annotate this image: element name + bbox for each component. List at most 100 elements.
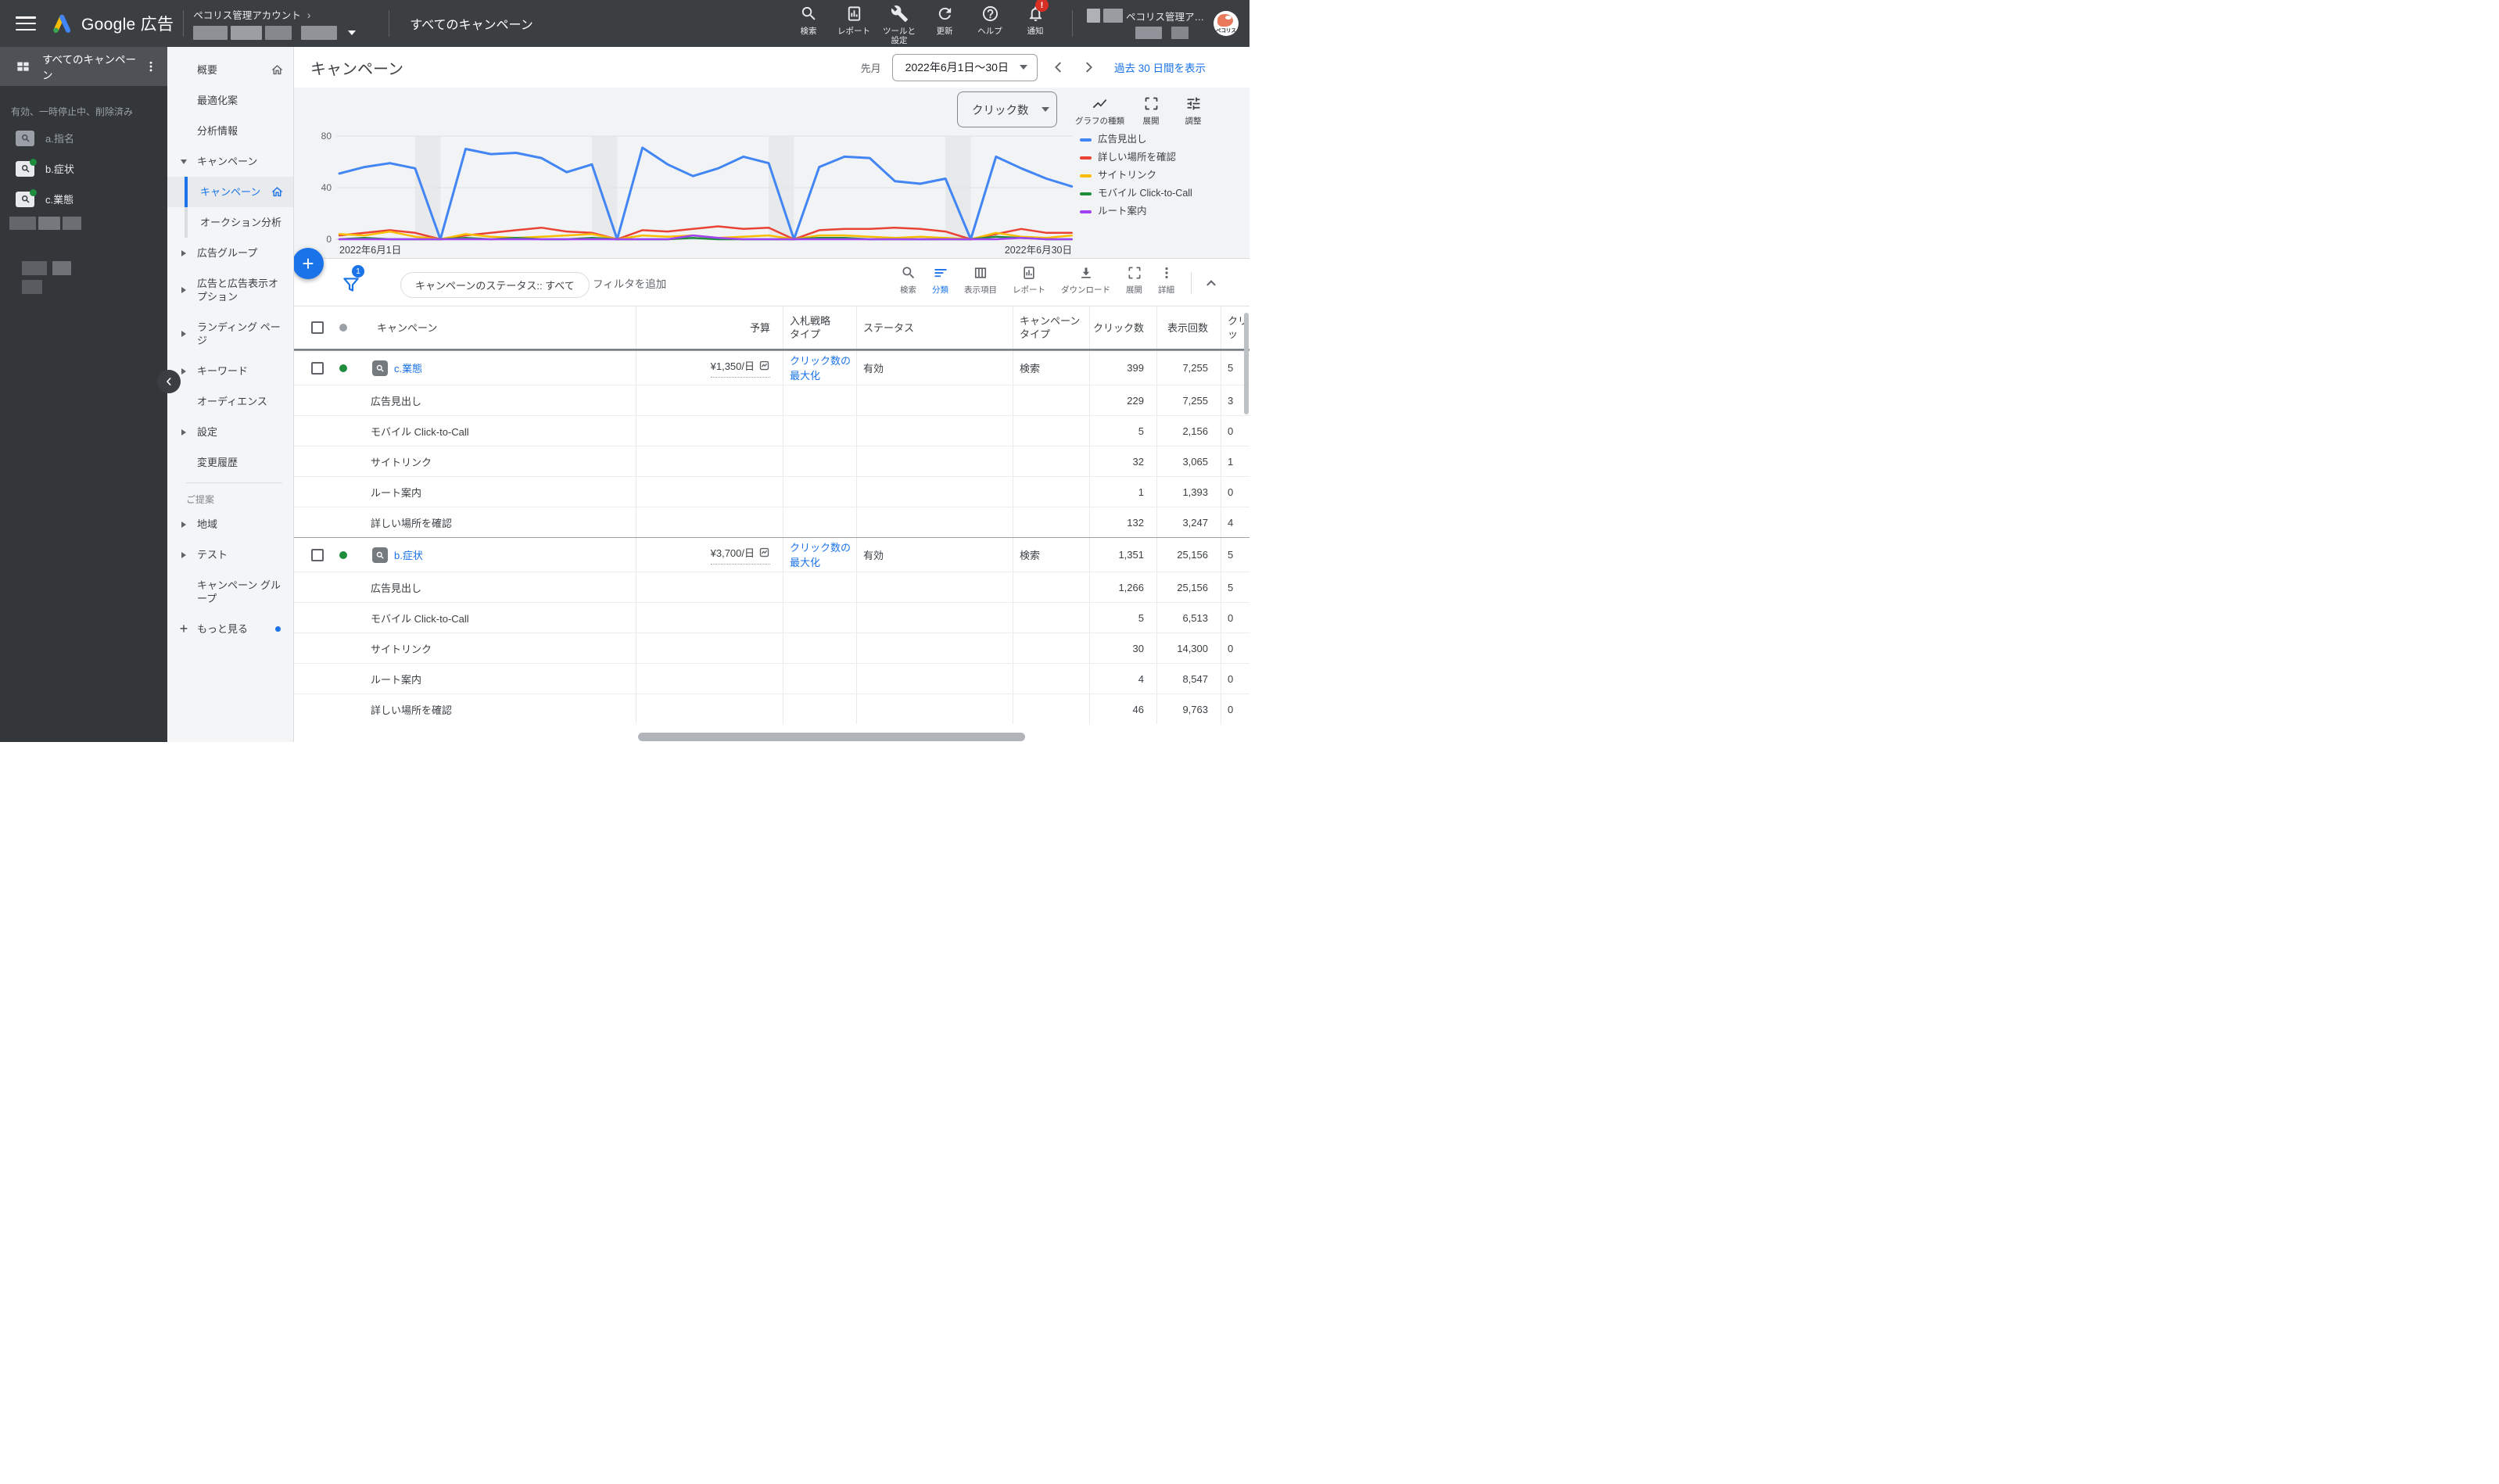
svg-text:0: 0 [326,234,332,245]
drawer-item-17[interactable]: キャンペーン グループ [167,570,293,614]
table-tool-label: 検索 [900,285,916,295]
column-header-label: キャンペーン [377,321,438,334]
budget-value[interactable]: ¥3,700/日 [710,545,770,565]
column-header-6[interactable]: 表示回数 [1157,306,1221,349]
chart-control-show-chart[interactable]: グラフの種類 [1075,95,1124,127]
drawer-item-12[interactable]: 変更履歴 [167,447,293,478]
column-header-1[interactable]: 予算 [636,306,783,349]
drawer-item-0[interactable]: 概要 [167,55,293,85]
bid-strategy-cell [783,416,857,446]
sidebar-campaign-item[interactable]: b.症状 [0,153,167,184]
redacted-row [22,261,71,275]
add-filter-button[interactable]: フィルタを追加 [593,259,666,306]
caret-right-icon[interactable] [178,249,189,256]
account-info[interactable]: ペコリス管理ア… [1087,9,1204,39]
bid-strategy-link[interactable]: クリック数の最大化 [790,353,855,383]
campaign-name-link[interactable]: b.症状 [394,547,423,562]
budget-value[interactable]: ¥1,350/日 [710,358,770,378]
column-header-5[interactable]: クリック数 [1090,306,1157,349]
caret-down-icon[interactable] [178,159,189,164]
filter-chip-campaign-status[interactable]: キャンペーンのステータス:: すべて [400,272,590,298]
legend-item[interactable]: ルート案内 [1080,205,1213,218]
google-ads-logo[interactable]: Google 広告 [50,12,174,35]
budget-cell [636,477,783,507]
table-tool-columns[interactable]: 表示項目 [964,265,997,296]
vertical-scrollbar[interactable] [1244,313,1249,414]
caret-right-icon[interactable] [178,521,189,528]
bid-strategy-link[interactable]: クリック数の最大化 [790,540,855,570]
drawer-item-1[interactable]: 最適化案 [167,85,293,116]
select-all-checkbox[interactable] [311,321,324,334]
account-breadcrumb[interactable]: ペコリス管理アカウント › [193,7,379,40]
caret-right-icon[interactable] [178,551,189,558]
drawer-item-5[interactable]: オークション分析 [167,207,293,238]
table-tool-expand[interactable]: 展開 [1126,265,1142,296]
date-next-button[interactable] [1080,59,1097,76]
column-header-4[interactable]: キャンペーンタイプ [1013,306,1090,349]
topbar-button-tools[interactable]: ツールと設定 [877,2,922,45]
topbar-button-refresh[interactable]: 更新 [922,2,967,45]
date-range-value: 2022年6月1日～30日 [905,61,1009,73]
expand-icon [1143,95,1160,112]
legend-item[interactable]: 広告見出し [1080,133,1213,146]
table-tool-sort[interactable]: 分類 [932,265,948,296]
enabled-status-dot [339,550,347,559]
chart-control-expand[interactable]: 展開 [1135,95,1167,127]
drawer-item-7[interactable]: 広告と広告表示オプション [167,268,293,312]
table-tool-report[interactable]: レポート [1013,265,1045,296]
row-checkbox[interactable] [311,548,324,561]
menu-icon[interactable] [16,16,36,30]
caret-right-icon[interactable] [178,428,189,436]
topbar: Google 広告 ペコリス管理アカウント › すべてのキャンペーン 検索 レポー… [0,0,1250,47]
legend-item[interactable]: モバイル Click-to-Call [1080,187,1213,200]
drawer-item-11[interactable]: 設定 [167,417,293,447]
bid-strategy-cell [783,603,857,633]
sidebar-campaign-item[interactable]: a.指名 [0,123,167,153]
drawer-item-15[interactable]: 地域 [167,509,293,539]
avatar[interactable]: ペコリス [1214,11,1239,36]
caret-right-icon[interactable] [178,367,189,375]
campaign-type-cell [1013,416,1090,446]
column-header-2[interactable]: 入札戦略タイプ [783,306,857,349]
line-chart[interactable]: 0 40 80 2022年6月1日 2022年6月30日 [310,125,1082,256]
drawer-item-18[interactable]: + もっと見る [167,614,293,644]
legend-item[interactable]: サイトリンク [1080,169,1213,182]
drawer-item-9[interactable]: キーワード [167,356,293,386]
campaign-name-link[interactable]: c.業態 [394,360,422,375]
topbar-button-search[interactable]: 検索 [786,2,831,45]
drawer-item-4[interactable]: キャンペーン [167,177,293,207]
caret-right-icon[interactable] [178,287,189,293]
show-last-30-days-link[interactable]: 過去 30 日間を表示 [1114,59,1206,75]
drawer-item-10[interactable]: オーディエンス [167,386,293,417]
row-checkbox[interactable] [311,361,324,375]
horizontal-scrollbar[interactable] [638,733,1025,741]
search-icon [800,5,818,23]
table-tool-download[interactable]: ダウンロード [1061,265,1110,296]
date-prev-button[interactable] [1050,59,1067,76]
kebab-menu-icon[interactable] [144,59,158,73]
drawer-item-2[interactable]: 分析情報 [167,116,293,146]
home-icon [271,185,284,199]
clipped-metric-cell: 0 [1228,425,1234,437]
sidebar-campaign-item[interactable]: c.業態 [0,184,167,214]
topbar-button-help[interactable]: ヘルプ [967,2,1013,45]
legend-item[interactable]: 詳しい場所を確認 [1080,151,1213,164]
drawer-item-8[interactable]: ランディング ページ [167,312,293,356]
chart-control-tune[interactable]: 調整 [1178,95,1209,127]
drawer-item-16[interactable]: テスト [167,539,293,570]
column-header-0[interactable]: キャンペーン [294,306,636,349]
date-range-select[interactable]: 2022年6月1日～30日 [891,53,1038,81]
sidebar-header-all-campaigns[interactable]: すべてのキャンペーン [0,47,167,86]
caret-right-icon[interactable] [178,331,189,337]
table-tool-search[interactable]: 検索 [900,265,916,296]
drawer-item-3[interactable]: キャンペーン [167,146,293,177]
topbar-button-bell[interactable]: ! 通知 [1013,0,1058,45]
column-header-3[interactable]: ステータス [857,306,1013,349]
chart-metric-select[interactable]: クリック数 [957,91,1057,127]
topbar-button-report[interactable]: レポート [831,2,877,45]
drawer-item-6[interactable]: 広告グループ [167,238,293,268]
drawer-collapse-button[interactable] [157,370,181,393]
add-campaign-fab[interactable]: + [292,248,324,279]
collapse-panel-button[interactable] [1203,274,1220,292]
table-tool-more[interactable]: 詳細 [1158,265,1174,296]
